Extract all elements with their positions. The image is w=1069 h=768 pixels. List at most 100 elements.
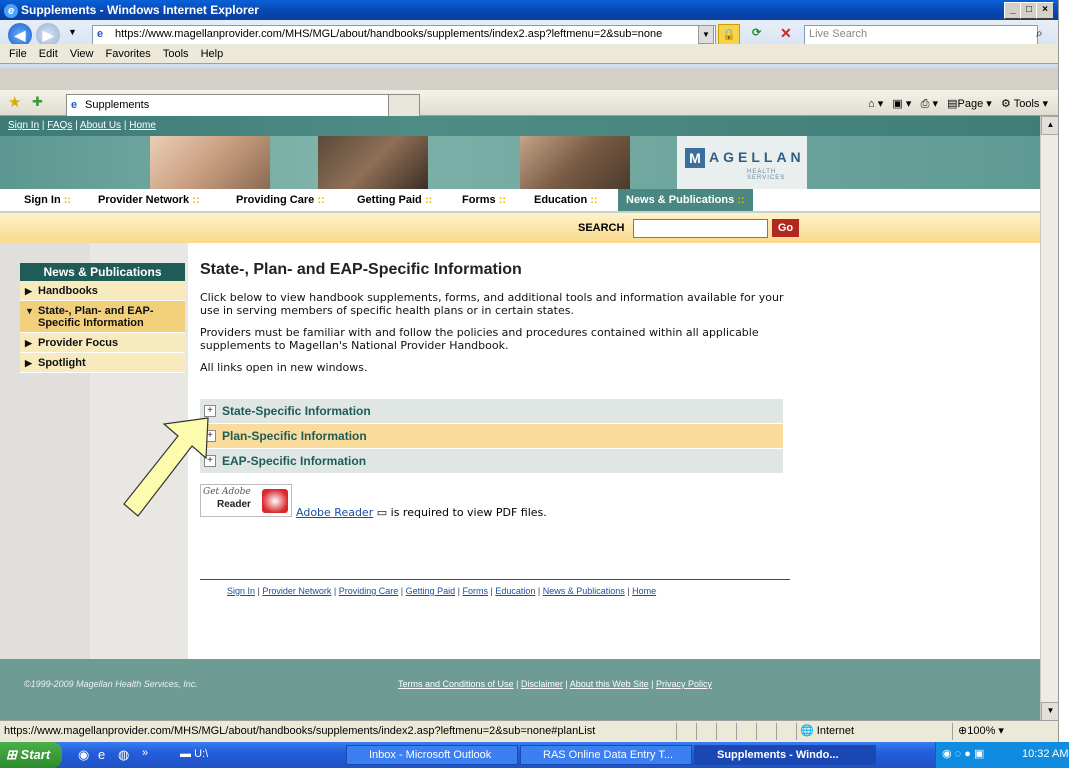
footer-nav-getting-paid[interactable]: Getting Paid	[406, 586, 456, 596]
tab-supplements[interactable]: e Supplements	[66, 94, 408, 117]
tab-row: ★ ✚ e Supplements ⌂ ▾ ▣ ▾ ⎙ ▾ ▤Page ▾ ⚙ …	[0, 90, 1058, 117]
top-link-about-us[interactable]: About Us	[80, 120, 121, 131]
drive-shortcut[interactable]: ▬ U:\	[180, 748, 208, 760]
home-icon[interactable]: ⌂	[868, 98, 875, 110]
expand-arrow-icon: ▶	[25, 286, 32, 296]
window-title: Supplements - Windows Internet Explorer	[21, 3, 259, 17]
favorites-star-icon[interactable]: ★	[8, 93, 21, 111]
top-link-sign-in[interactable]: Sign In	[8, 120, 39, 131]
globe-icon: 🌐	[800, 725, 814, 737]
side-nav-state-plan-eap[interactable]: ▼ State-, Plan- and EAP-Specific Informat…	[20, 301, 185, 333]
outlook-task-label: Inbox - Microsoft Outlook	[369, 749, 492, 761]
menu-file[interactable]: File	[9, 44, 27, 64]
ras-task-label: RAS Online Data Entry T...	[543, 749, 674, 761]
task-ras-online[interactable]: RAS Online Data Entry T...	[520, 745, 692, 765]
zoom-level[interactable]: ⊕100% ▾	[958, 724, 1004, 737]
accordion-state-specific[interactable]: + State-Specific Information	[200, 399, 783, 424]
magellan-logo[interactable]: M AGELLAN HEALTH SERVICES	[677, 136, 807, 189]
accordion-plan-specific[interactable]: + Plan-Specific Information	[200, 424, 783, 449]
print-icon[interactable]: ⎙	[921, 98, 930, 110]
nav-education[interactable]: Education ::	[534, 189, 598, 211]
top-link-faqs[interactable]: FAQs	[47, 120, 72, 131]
stop-icon[interactable]: ✕	[780, 25, 792, 42]
nav-provider-network[interactable]: Provider Network ::	[98, 189, 199, 211]
close-button[interactable]: ×	[1036, 2, 1054, 19]
footer-nav-home[interactable]: Home	[632, 586, 656, 596]
lock-icon[interactable]: 🔒	[718, 24, 740, 46]
nav-getting-paid[interactable]: Getting Paid ::	[357, 189, 432, 211]
drive-shortcut-label: U:\	[194, 748, 209, 760]
live-search-input[interactable]: Live Search	[804, 25, 1038, 46]
tab-label: Supplements	[85, 99, 150, 111]
footer-nav-education[interactable]: Education	[495, 586, 535, 596]
nav-forms-label: Forms	[462, 194, 496, 206]
accordion-state-label: State-Specific Information	[222, 404, 371, 418]
footer-nav-forms[interactable]: Forms	[463, 586, 489, 596]
task-outlook[interactable]: Inbox - Microsoft Outlook	[346, 745, 518, 765]
side-nav-handbooks-label: Handbooks	[38, 285, 98, 297]
adobe-reader-note-text: is required to view PDF files.	[387, 506, 547, 519]
page-viewport: M AGELLAN HEALTH SERVICES Sign In | FAQs…	[0, 116, 1040, 720]
nav-provider-network-label: Provider Network	[98, 194, 190, 206]
footer-link-about[interactable]: About this Web Site	[570, 679, 649, 689]
side-nav-provider-focus[interactable]: ▶ Provider Focus	[20, 333, 185, 353]
yellow-arrow-annotation	[123, 417, 209, 517]
nav-news-publications-label: News & Publications	[626, 194, 735, 206]
intro-paragraph: Click below to view handbook supplements…	[200, 291, 784, 317]
footer-nav-sign-in[interactable]: Sign In	[227, 586, 255, 596]
refresh-icon[interactable]: ⟳	[752, 26, 761, 39]
menu-edit[interactable]: Edit	[39, 44, 58, 64]
quicklaunch-icon[interactable]: ◉	[78, 747, 89, 763]
task-supplements[interactable]: Supplements - Windo...	[694, 745, 876, 765]
ie-quicklaunch-icon[interactable]: e	[98, 747, 105, 762]
tray-icons[interactable]: ◉ ◌ ● ▣	[942, 747, 984, 760]
add-favorite-icon[interactable]: ✚	[32, 94, 43, 110]
footer-link-privacy[interactable]: Privacy Policy	[656, 679, 712, 689]
new-tab-button[interactable]	[388, 94, 420, 117]
accordion-plan-label: Plan-Specific Information	[222, 429, 367, 443]
nav-sign-in-label: Sign In	[24, 194, 61, 206]
start-button[interactable]: ⊞ Start	[0, 742, 62, 768]
search-go-button[interactable]: Go	[772, 219, 799, 237]
menu-help[interactable]: Help	[201, 44, 224, 64]
adobe-reader-note: Adobe Reader ▭ is required to view PDF f…	[296, 506, 547, 519]
command-bar: ⌂ ▾ ▣ ▾ ⎙ ▾ ▤Page ▾ ⚙ Tools ▾	[868, 98, 1048, 110]
zoom-icon: ⊕	[958, 725, 968, 737]
nav-news-publications[interactable]: News & Publications ::	[618, 189, 753, 211]
taskbar: ⊞ Start ◉ e ◍ » ▬ U:\ Inbox - Microsoft …	[0, 742, 1069, 768]
accordion-eap-specific[interactable]: + EAP-Specific Information	[200, 449, 783, 474]
nav-providing-care[interactable]: Providing Care ::	[236, 189, 325, 211]
zoom-value: 100%	[967, 725, 996, 737]
page-menu[interactable]: ▤Page ▾	[947, 98, 992, 110]
tools-menu[interactable]: ⚙ Tools ▾	[1001, 98, 1048, 110]
address-input[interactable]: e https://www.magellanprovider.com/MHS/M…	[92, 25, 716, 46]
site-nav: Sign In :: Provider Network :: Providing…	[0, 189, 1040, 213]
tools-gear-icon: ⚙	[1001, 98, 1011, 110]
window-title-bar: e Supplements - Windows Internet Explorer…	[0, 0, 1058, 20]
side-nav-handbooks[interactable]: ▶ Handbooks	[20, 281, 185, 301]
more-quicklaunch-icon[interactable]: »	[142, 747, 148, 759]
adobe-reader-link[interactable]: Adobe Reader	[296, 506, 373, 519]
live-search-placeholder: Live Search	[809, 28, 868, 40]
side-nav-spotlight[interactable]: ▶ Spotlight	[20, 353, 185, 373]
menu-favorites[interactable]: Favorites	[106, 44, 151, 64]
menu-view[interactable]: View	[70, 44, 94, 64]
footer-link-disclaimer[interactable]: Disclaimer	[521, 679, 563, 689]
recent-pages-icon[interactable]: ▼	[68, 27, 77, 37]
header-photo-1	[150, 136, 270, 189]
footer-nav-provider-network[interactable]: Provider Network	[262, 586, 331, 596]
footer-nav-news-publications[interactable]: News & Publications	[543, 586, 625, 596]
footer-link-terms[interactable]: Terms and Conditions of Use	[398, 679, 514, 689]
feeds-icon[interactable]: ▣	[892, 98, 902, 110]
vertical-scrollbar[interactable]: ▲ ▼	[1040, 116, 1060, 721]
footer-nav-providing-care[interactable]: Providing Care	[339, 586, 399, 596]
nav-sign-in[interactable]: Sign In ::	[24, 189, 71, 211]
top-link-home[interactable]: Home	[129, 120, 156, 131]
site-search-input[interactable]	[633, 219, 768, 238]
search-icon[interactable]: ⌕	[1036, 26, 1043, 41]
side-nav: News & Publications ▶ Handbooks ▼ State-, …	[20, 263, 185, 373]
nav-forms[interactable]: Forms ::	[462, 189, 506, 211]
address-dropdown-button[interactable]: ▼	[698, 25, 714, 44]
firefox-quicklaunch-icon[interactable]: ◍	[118, 747, 129, 763]
menu-tools[interactable]: Tools	[163, 44, 189, 64]
